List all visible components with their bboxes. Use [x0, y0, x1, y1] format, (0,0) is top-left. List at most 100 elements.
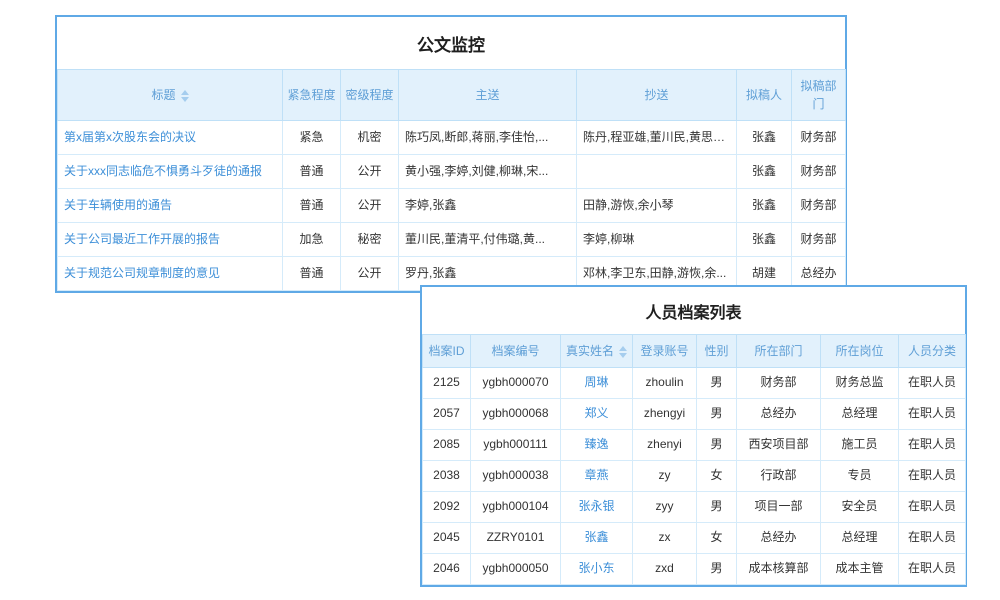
personnel-column-header-name-label: 真实姓名	[566, 344, 614, 358]
personnel-post-cell: 成本主管	[821, 554, 899, 585]
personnel-table-row: 2092 ygbh000104 张永银 zyy 男 项目一部 安全员 在职人员	[423, 492, 966, 523]
doc-header-row: 标题 紧急程度 密级程度 主送 抄送 拟稿人 拟稿部门	[58, 70, 846, 121]
personnel-dept-cell: 财务部	[737, 368, 821, 399]
document-monitor-table: 标题 紧急程度 密级程度 主送 抄送 拟稿人 拟稿部门 第x届第x次股东会的决议…	[57, 69, 846, 291]
personnel-category-cell: 在职人员	[899, 368, 966, 399]
doc-drafter-cell: 张鑫	[737, 223, 792, 257]
personnel-category-cell: 在职人员	[899, 554, 966, 585]
doc-drafter-cell: 张鑫	[737, 155, 792, 189]
personnel-id-cell: 2085	[423, 430, 471, 461]
personnel-account-cell: zx	[633, 523, 697, 554]
doc-title-link[interactable]: 关于规范公司规章制度的意见	[58, 257, 283, 291]
personnel-code-cell: ygbh000070	[471, 368, 561, 399]
personnel-post-cell: 总经理	[821, 523, 899, 554]
personnel-dept-cell: 总经办	[737, 399, 821, 430]
personnel-gender-cell: 男	[697, 492, 737, 523]
doc-column-header-draft-dept: 拟稿部门	[792, 70, 846, 121]
doc-title-link[interactable]: 关于车辆使用的通告	[58, 189, 283, 223]
sort-desc-icon[interactable]	[181, 97, 189, 102]
personnel-code-cell: ZZRY0101	[471, 523, 561, 554]
doc-title-link[interactable]: 关于公司最近工作开展的报告	[58, 223, 283, 257]
personnel-code-cell: ygbh000068	[471, 399, 561, 430]
personnel-name-link[interactable]: 张永银	[561, 492, 633, 523]
personnel-column-header-id: 档案ID	[423, 335, 471, 368]
doc-column-header-drafter: 拟稿人	[737, 70, 792, 121]
personnel-name-link[interactable]: 张小东	[561, 554, 633, 585]
personnel-code-cell: ygbh000050	[471, 554, 561, 585]
doc-secrecy-cell: 机密	[341, 121, 399, 155]
doc-urgency-cell: 普通	[283, 155, 341, 189]
personnel-dept-cell: 总经办	[737, 523, 821, 554]
personnel-post-cell: 专员	[821, 461, 899, 492]
personnel-account-cell: zhengyi	[633, 399, 697, 430]
personnel-name-link[interactable]: 周琳	[561, 368, 633, 399]
personnel-table-row: 2085 ygbh000111 臻逸 zhenyi 男 西安项目部 施工员 在职…	[423, 430, 966, 461]
doc-table-row: 关于车辆使用的通告 普通 公开 李婷,张鑫 田静,游恢,余小琴 张鑫 财务部	[58, 189, 846, 223]
doc-urgency-cell: 普通	[283, 257, 341, 291]
personnel-table-row: 2046 ygbh000050 张小东 zxd 男 成本核算部 成本主管 在职人…	[423, 554, 966, 585]
personnel-id-cell: 2125	[423, 368, 471, 399]
personnel-account-cell: zyy	[633, 492, 697, 523]
doc-urgency-cell: 普通	[283, 189, 341, 223]
personnel-code-cell: ygbh000104	[471, 492, 561, 523]
personnel-dept-cell: 项目一部	[737, 492, 821, 523]
doc-secrecy-cell: 公开	[341, 189, 399, 223]
sort-asc-icon[interactable]	[619, 346, 627, 351]
document-monitor-panel: 公文监控 标题 紧急程度 密级程度 主送 抄送 拟稿人 拟稿部门 第x届第x次股…	[55, 15, 847, 293]
personnel-category-cell: 在职人员	[899, 461, 966, 492]
personnel-gender-cell: 男	[697, 399, 737, 430]
doc-column-header-urgency: 紧急程度	[283, 70, 341, 121]
personnel-post-cell: 安全员	[821, 492, 899, 523]
personnel-id-cell: 2057	[423, 399, 471, 430]
personnel-table-row: 2125 ygbh000070 周琳 zhoulin 男 财务部 财务总监 在职…	[423, 368, 966, 399]
doc-draft-dept-cell: 财务部	[792, 121, 846, 155]
doc-cc-send-cell	[577, 155, 737, 189]
personnel-category-cell: 在职人员	[899, 399, 966, 430]
personnel-id-cell: 2038	[423, 461, 471, 492]
personnel-name-link[interactable]: 郑义	[561, 399, 633, 430]
personnel-gender-cell: 男	[697, 368, 737, 399]
doc-cc-send-cell: 陈丹,程亚雄,董川民,黄思璐...	[577, 121, 737, 155]
doc-main-send-cell: 董川民,董清平,付伟璐,黄...	[399, 223, 577, 257]
personnel-id-cell: 2046	[423, 554, 471, 585]
personnel-name-link[interactable]: 章燕	[561, 461, 633, 492]
sort-icon[interactable]	[619, 346, 627, 358]
personnel-column-header-account: 登录账号	[633, 335, 697, 368]
doc-cc-send-cell: 田静,游恢,余小琴	[577, 189, 737, 223]
doc-column-header-cc-send: 抄送	[577, 70, 737, 121]
personnel-column-header-gender: 性别	[697, 335, 737, 368]
doc-column-header-title-label: 标题	[151, 88, 175, 102]
personnel-id-cell: 2045	[423, 523, 471, 554]
sort-desc-icon[interactable]	[619, 353, 627, 358]
document-monitor-title: 公文监控	[57, 17, 845, 69]
doc-drafter-cell: 张鑫	[737, 121, 792, 155]
personnel-table-row: 2038 ygbh000038 章燕 zy 女 行政部 专员 在职人员	[423, 461, 966, 492]
personnel-dept-cell: 成本核算部	[737, 554, 821, 585]
personnel-archive-table: 档案ID 档案编号 真实姓名 登录账号 性别 所在部门 所在岗位 人员分类 21…	[422, 334, 966, 585]
doc-main-send-cell: 黄小强,李婷,刘健,柳琳,宋...	[399, 155, 577, 189]
personnel-column-header-code: 档案编号	[471, 335, 561, 368]
sort-icon[interactable]	[181, 90, 189, 102]
doc-title-link[interactable]: 第x届第x次股东会的决议	[58, 121, 283, 155]
personnel-name-link[interactable]: 张鑫	[561, 523, 633, 554]
personnel-code-cell: ygbh000111	[471, 430, 561, 461]
personnel-gender-cell: 女	[697, 523, 737, 554]
sort-asc-icon[interactable]	[181, 90, 189, 95]
doc-cc-send-cell: 李婷,柳琳	[577, 223, 737, 257]
personnel-column-header-post: 所在岗位	[821, 335, 899, 368]
doc-title-link[interactable]: 关于xxx同志临危不惧勇斗歹徒的通报	[58, 155, 283, 189]
doc-secrecy-cell: 秘密	[341, 223, 399, 257]
personnel-account-cell: zxd	[633, 554, 697, 585]
personnel-name-link[interactable]: 臻逸	[561, 430, 633, 461]
personnel-archive-title: 人员档案列表	[422, 287, 965, 334]
personnel-post-cell: 总经理	[821, 399, 899, 430]
personnel-code-cell: ygbh000038	[471, 461, 561, 492]
doc-urgency-cell: 加急	[283, 223, 341, 257]
doc-column-header-title[interactable]: 标题	[58, 70, 283, 121]
personnel-column-header-name[interactable]: 真实姓名	[561, 335, 633, 368]
doc-table-row: 关于公司最近工作开展的报告 加急 秘密 董川民,董清平,付伟璐,黄... 李婷,…	[58, 223, 846, 257]
personnel-account-cell: zhenyi	[633, 430, 697, 461]
personnel-column-header-dept: 所在部门	[737, 335, 821, 368]
personnel-category-cell: 在职人员	[899, 430, 966, 461]
personnel-header-row: 档案ID 档案编号 真实姓名 登录账号 性别 所在部门 所在岗位 人员分类	[423, 335, 966, 368]
